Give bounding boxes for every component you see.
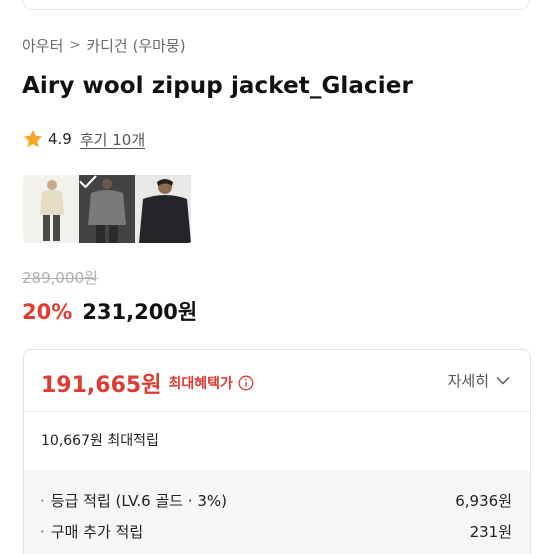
- original-price: 289,000원: [22, 269, 98, 287]
- breadcrumb-parent[interactable]: 아우터: [22, 35, 63, 56]
- points-row-value: 6,936원: [455, 492, 512, 510]
- points-breakdown: 등급 적립 (LV.6 골드 · 3%) 6,936원 구매 추가 적립 231…: [24, 470, 530, 554]
- top-card-edge: [22, 0, 530, 10]
- reviews-link[interactable]: 후기 10개: [80, 129, 145, 150]
- rating-score: 4.9: [48, 130, 72, 148]
- max-benefit-label: 최대혜택가: [168, 376, 233, 392]
- points-row-value: 231원: [469, 523, 512, 541]
- star-icon: [24, 130, 42, 148]
- breadcrumb-current[interactable]: 카디건 (우마뭉): [86, 35, 185, 56]
- divider: [24, 411, 530, 412]
- sale-price-row: 20% 231,200원: [22, 296, 197, 326]
- breadcrumb: 아우터 > 카디건 (우마뭉): [22, 35, 186, 56]
- thumbnail-3-image: [135, 175, 191, 243]
- details-label: 자세히: [447, 372, 489, 390]
- points-row-grade: 등급 적립 (LV.6 골드 · 3%) 6,936원: [40, 490, 512, 511]
- info-icon[interactable]: [238, 375, 254, 391]
- chevron-down-icon: [496, 377, 510, 385]
- thumbnail-1-image: [40, 180, 64, 241]
- thumbnail-2-selected[interactable]: [79, 175, 135, 243]
- max-benefit-header: 191,665원 최대혜택가: [41, 367, 254, 399]
- rating-summary: 4.9 후기 10개: [22, 128, 145, 150]
- max-benefit-card: 191,665원 최대혜택가 자세히 10,667원 최대적립 등급 적립 (L…: [23, 349, 531, 554]
- sale-price: 231,200원: [82, 300, 198, 324]
- color-thumbnails: [23, 175, 192, 243]
- thumbnail-1[interactable]: [23, 175, 79, 243]
- points-row-label: 구매 추가 적립: [40, 521, 143, 542]
- max-benefit-price: 191,665원: [41, 373, 162, 398]
- check-icon: [79, 175, 97, 188]
- discount-rate: 20%: [22, 300, 73, 324]
- thumbnail-3[interactable]: [135, 175, 191, 243]
- breadcrumb-separator: >: [69, 38, 81, 53]
- product-title: Airy wool zipup jacket_Glacier: [22, 73, 413, 99]
- points-row-extra: 구매 추가 적립 231원: [40, 521, 512, 542]
- points-total: 10,667원 최대적립: [41, 433, 159, 449]
- details-toggle-button[interactable]: 자세히: [448, 370, 510, 391]
- points-row-label: 등급 적립 (LV.6 골드 · 3%): [40, 490, 227, 511]
